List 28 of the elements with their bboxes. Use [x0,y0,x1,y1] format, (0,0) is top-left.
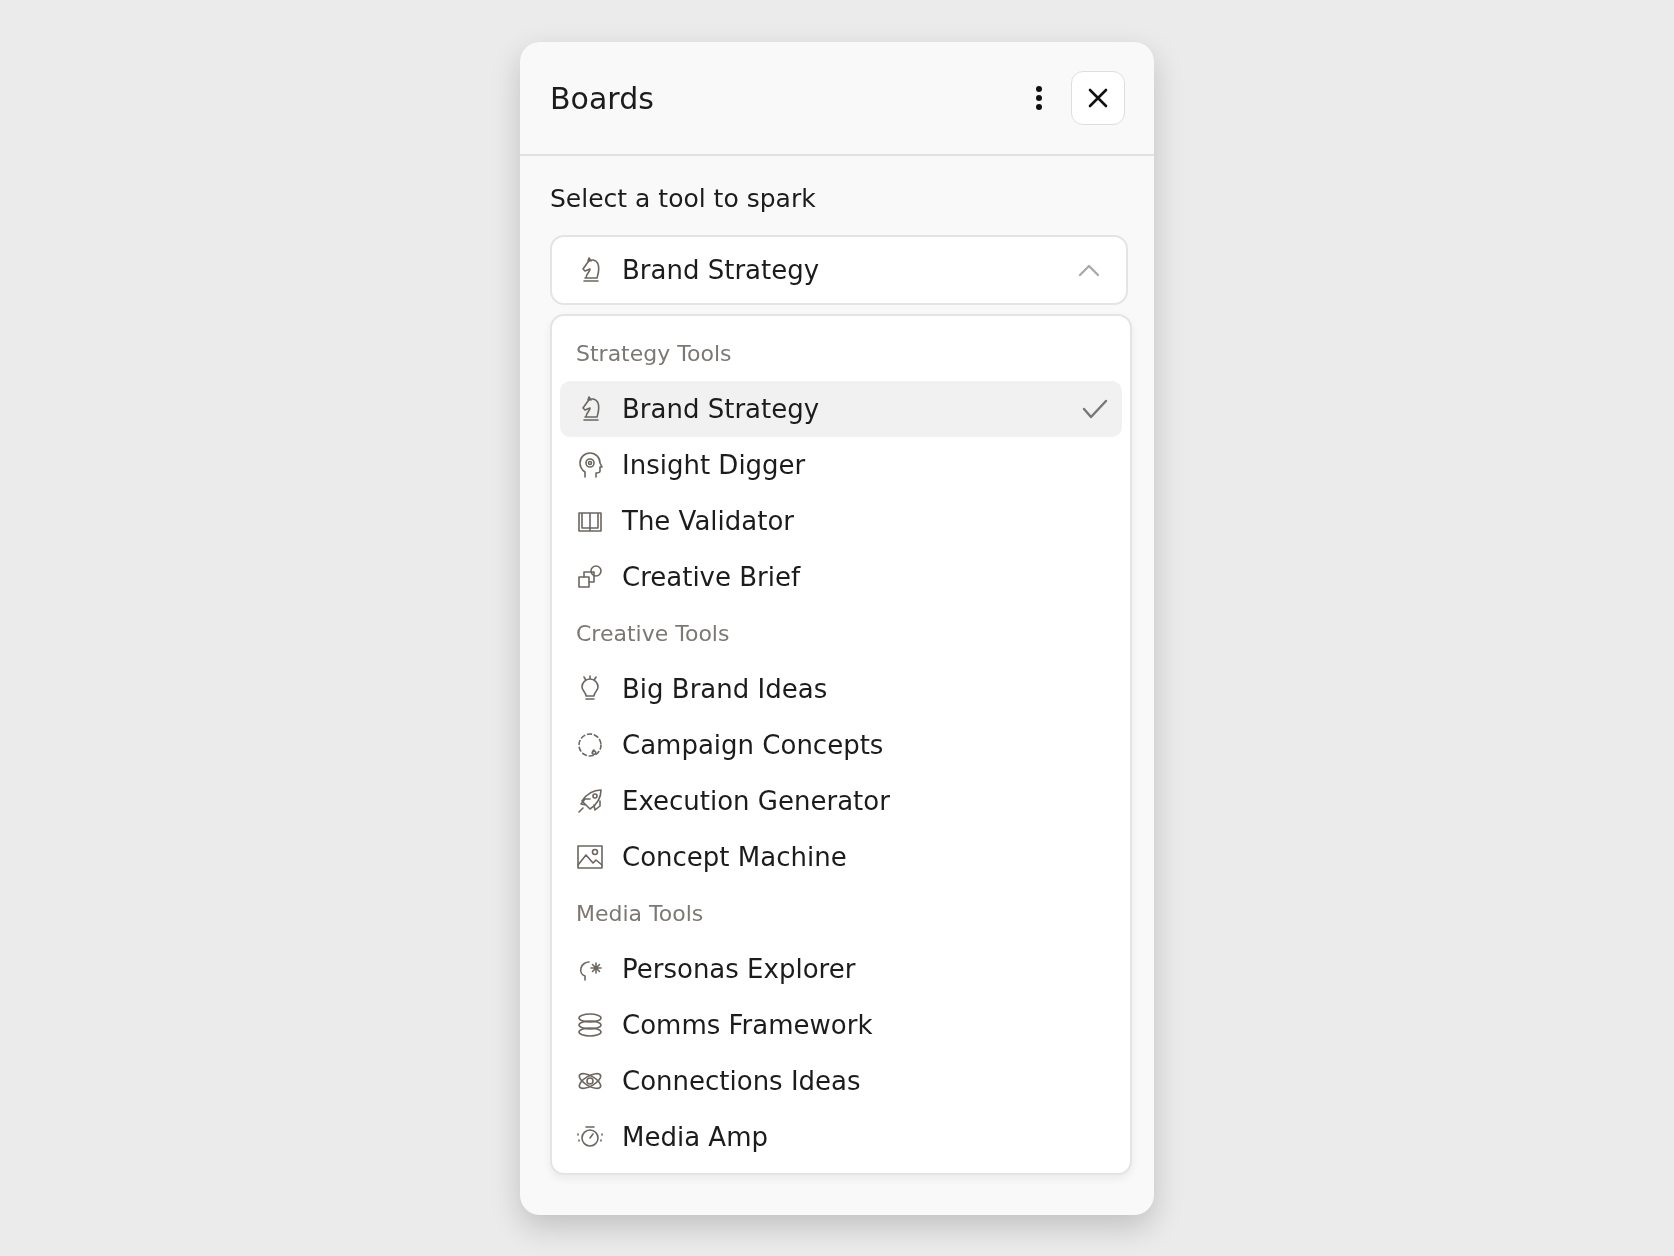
stacked-rings-icon [576,1011,604,1039]
group-heading: Media Tools [575,899,705,928]
rocket-icon [576,787,604,815]
checkmark-icon [1082,399,1108,419]
close-button[interactable] [1071,71,1125,125]
menu-item[interactable]: Insight Digger [560,437,1122,493]
menu-item[interactable]: Comms Framework [560,997,1122,1053]
dashed-circle-icon [576,731,604,759]
menu-item[interactable]: Execution Generator [560,773,1122,829]
shapes-icon [576,563,604,591]
menu-item[interactable]: Concept Machine [560,829,1122,885]
menu-item[interactable]: The Validator [560,493,1122,549]
tool-select[interactable]: Brand Strategy [550,235,1128,305]
menu-item[interactable]: Media Amp [560,1109,1122,1165]
menu-item[interactable]: Campaign Concepts [560,717,1122,773]
group-heading: Strategy Tools [575,339,733,368]
close-icon [1087,87,1109,109]
prompt-label: Select a tool to spark [550,184,817,213]
panel-title: Boards [550,80,655,116]
more-vertical-icon [1035,85,1043,111]
menu-item[interactable]: Connections Ideas [560,1053,1122,1109]
menu-item[interactable]: Personas Explorer [560,941,1122,997]
group-heading: Creative Tools [575,619,731,648]
menu-item[interactable]: Creative Brief [560,549,1122,605]
image-icon [576,843,604,871]
menu-item[interactable]: Big Brand Ideas [560,661,1122,717]
head-icon [576,451,604,479]
menu-item[interactable]: Brand Strategy [560,381,1122,437]
